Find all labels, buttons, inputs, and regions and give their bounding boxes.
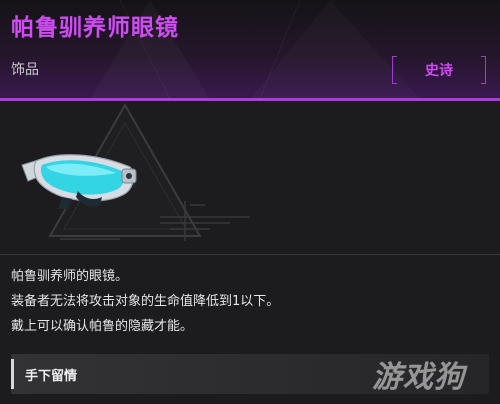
goggles-icon (21, 154, 138, 209)
site-watermark: 游戏狗 (372, 360, 465, 395)
description-line: 戴上可以确认帕鲁的隐藏才能。 (11, 319, 194, 334)
rarity-bracket-left (392, 56, 397, 84)
passive-skill-label: 手下留情 (25, 369, 78, 384)
rarity-label: 史诗 (425, 63, 453, 79)
section-divider (0, 254, 500, 255)
rarity-badge: 史诗 (392, 56, 486, 84)
item-category: 饰品 (11, 62, 39, 78)
item-image-area (0, 101, 500, 254)
item-description: 帕鲁驯养师的眼镜。 装备者无法将攻击对象的生命值降低到1以下。 戴上可以确认帕鲁… (11, 264, 491, 339)
item-title: 帕鲁驯养师眼镜 (11, 15, 179, 41)
section-marker (11, 359, 14, 389)
description-line: 帕鲁驯养师的眼镜。 (11, 269, 129, 284)
item-detail-card: 帕鲁驯养师眼镜 饰品 史诗 帕鲁驯养师的眼镜。 装备者无法将攻击对象的生命值降低… (0, 0, 500, 404)
rarity-bracket-right (481, 56, 486, 84)
description-line: 装备者无法将攻击对象的生命值降低到1以下。 (11, 294, 280, 309)
item-header: 帕鲁驯养师眼镜 饰品 史诗 (0, 0, 500, 99)
